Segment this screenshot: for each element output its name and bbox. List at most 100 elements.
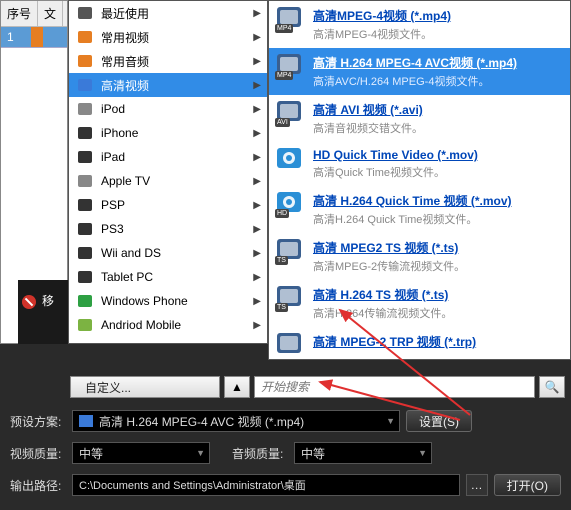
category-item-mobile[interactable]: Mobile Phone ▶	[69, 337, 267, 344]
category-label: Wii and DS	[101, 246, 161, 260]
category-label: Apple TV	[101, 174, 150, 188]
format-title: 高清 H.264 MPEG-4 AVC视频 (*.mp4)	[313, 54, 562, 71]
ipod-icon	[77, 101, 93, 117]
format-icon: MP4	[277, 54, 305, 78]
aq-label: 音频质量:	[232, 445, 288, 462]
category-item-clock[interactable]: 最近使用 ▶	[69, 1, 267, 25]
custom-button[interactable]: 自定义...	[70, 376, 220, 398]
category-item-wp[interactable]: Windows Phone ▶	[69, 289, 267, 313]
category-item-video-orange[interactable]: 常用视频 ▶	[69, 25, 267, 49]
category-item-android[interactable]: Andriod Mobile▶	[69, 313, 267, 337]
chevron-down-icon: ▼	[386, 416, 395, 426]
format-title: 高清 MPEG-2 TRP 视频 (*.trp)	[313, 333, 562, 350]
format-item[interactable]: AVI 高清 AVI 视频 (*.avi) 高清音视频交错文件。	[269, 95, 570, 142]
format-desc: 高清MPEG-4视频文件。	[313, 26, 562, 42]
clock-icon	[77, 5, 93, 21]
format-title: 高清 H.264 Quick Time 视频 (*.mov)	[313, 192, 562, 209]
format-desc: 高清音视频交错文件。	[313, 120, 562, 136]
category-item-appletv[interactable]: Apple TV ▶	[69, 169, 267, 193]
audio-quality-combo[interactable]: 中等▼	[294, 442, 432, 464]
category-item-ipod[interactable]: iPod ▶	[69, 97, 267, 121]
format-icon: MP4	[277, 7, 305, 31]
format-icon: HD	[277, 192, 305, 216]
file-icon	[31, 27, 43, 47]
vq-label: 视频质量:	[10, 445, 66, 462]
mobile-icon	[77, 341, 93, 344]
format-item[interactable]: MP4 高清 H.264 MPEG-4 AVC视频 (*.mp4) 高清AVC/H.…	[269, 48, 570, 95]
format-item[interactable]: MP4高清MPEG-4视频 (*.mp4)高清MPEG-4视频文件。	[269, 1, 570, 48]
video-quality-combo[interactable]: 中等▼	[72, 442, 210, 464]
settings-button[interactable]: 设置(S)	[406, 410, 472, 432]
chevron-right-icon: ▶	[253, 272, 261, 283]
search-button[interactable]: 🔍	[539, 376, 565, 398]
format-title: 高清 AVI 视频 (*.avi)	[313, 101, 562, 118]
format-desc: 高清AVC/H.264 MPEG-4视频文件。	[313, 73, 562, 89]
chevron-right-icon: ▶	[253, 344, 261, 345]
category-item-ipad[interactable]: iPad▶	[69, 145, 267, 169]
format-item[interactable]: TS 高清 H.264 TS 视频 (*.ts) 高清H.264传输流视频文件。	[269, 280, 570, 327]
category-label: Mobile Phone	[101, 342, 174, 344]
open-button[interactable]: 打开(O)	[494, 474, 561, 496]
format-title: HD Quick Time Video (*.mov)	[313, 148, 562, 162]
preset-label: 预设方案:	[10, 413, 66, 430]
chevron-down-icon: ▼	[418, 448, 427, 458]
delete-icon[interactable]	[22, 295, 36, 309]
category-label: 常用视频	[101, 29, 149, 46]
hd-icon	[79, 415, 93, 427]
format-item[interactable]: HD高清 H.264 Quick Time 视频 (*.mov)高清H.264 …	[269, 186, 570, 233]
chevron-right-icon: ▶	[253, 248, 261, 259]
category-item-iphone[interactable]: iPhone▶	[69, 121, 267, 145]
video-orange-icon	[77, 29, 93, 45]
format-desc: 高清H.264传输流视频文件。	[313, 305, 562, 321]
chevron-right-icon: ▶	[253, 296, 261, 307]
category-item-psp[interactable]: PSP▶	[69, 193, 267, 217]
format-icon: AVI	[277, 101, 305, 125]
format-icon	[277, 148, 305, 172]
format-item[interactable]: TS高清 MPEG2 TS 视频 (*.ts)高清MPEG-2传输流视频文件。	[269, 233, 570, 280]
iphone-icon	[77, 125, 93, 141]
chevron-right-icon: ▶	[253, 32, 261, 43]
psp-icon	[77, 197, 93, 213]
category-item-wii[interactable]: Wii and DS ▶	[69, 241, 267, 265]
chevron-right-icon: ▶	[253, 176, 261, 187]
collapse-up-button[interactable]: ▲	[224, 376, 250, 398]
output-path-input[interactable]	[72, 474, 460, 496]
format-item[interactable]: 高清 MPEG-2 TRP 视频 (*.trp)	[269, 327, 570, 360]
format-item[interactable]: HD Quick Time Video (*.mov) 高清Quick Time视…	[269, 142, 570, 186]
chevron-right-icon: ▶	[253, 8, 261, 19]
search-row: 自定义... ▲ 🔍	[70, 374, 565, 400]
format-desc: 高清Quick Time视频文件。	[313, 164, 562, 180]
chevron-right-icon: ▶	[253, 104, 261, 115]
format-icon: TS	[277, 239, 305, 263]
format-title: 高清 H.264 TS 视频 (*.ts)	[313, 286, 562, 303]
category-item-tablet[interactable]: Tablet PC▶	[69, 265, 267, 289]
chevron-right-icon: ▶	[253, 80, 261, 91]
category-label: Windows Phone	[101, 294, 188, 308]
category-label: iPod	[101, 102, 125, 116]
preset-combo[interactable]: 高清 H.264 MPEG-4 AVC 视频 (*.mp4) ▼	[72, 410, 400, 432]
chevron-down-icon: ▼	[196, 448, 205, 458]
android-icon	[77, 317, 93, 333]
search-input[interactable]	[254, 376, 535, 398]
table-row[interactable]: 1	[1, 27, 67, 48]
format-icon	[277, 333, 305, 357]
col-file: 文	[38, 1, 63, 26]
format-list: MP4高清MPEG-4视频 (*.mp4)高清MPEG-4视频文件。MP4高清 …	[268, 0, 571, 360]
category-label: 最近使用	[101, 5, 149, 22]
chevron-right-icon: ▶	[253, 128, 261, 139]
browse-button[interactable]: …	[466, 474, 488, 496]
format-icon: TS	[277, 286, 305, 310]
bottom-panel: 预设方案: 高清 H.264 MPEG-4 AVC 视频 (*.mp4) ▼ 设…	[0, 404, 571, 510]
category-item-audio-orange[interactable]: 常用音频▶	[69, 49, 267, 73]
category-label: 高清视频	[101, 77, 149, 94]
category-item-ps3[interactable]: PS3▶	[69, 217, 267, 241]
wii-icon	[77, 245, 93, 261]
category-label: iPad	[101, 150, 125, 164]
category-label: 常用音频	[101, 53, 149, 70]
audio-orange-icon	[77, 53, 93, 69]
chevron-right-icon: ▶	[253, 200, 261, 211]
chevron-right-icon: ▶	[253, 320, 261, 331]
category-label: PS3	[101, 222, 124, 236]
category-item-hd[interactable]: 高清视频 ▶	[69, 73, 267, 97]
format-desc: 高清MPEG-2传输流视频文件。	[313, 258, 562, 274]
